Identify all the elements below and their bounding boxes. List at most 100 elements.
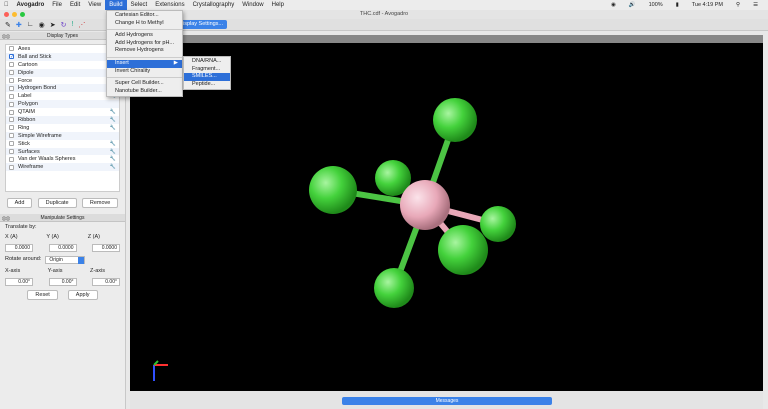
display-type-row[interactable]: Force <box>6 77 119 85</box>
menu-view[interactable]: View <box>84 0 105 10</box>
zoom-button[interactable] <box>20 12 25 17</box>
navigate-tool-icon[interactable]: ✚ <box>16 21 22 29</box>
checkbox[interactable] <box>9 93 14 99</box>
chlorine-atom[interactable] <box>480 206 516 242</box>
battery-icon[interactable]: ▮ <box>672 0 683 10</box>
add-button[interactable]: Add <box>6 198 33 208</box>
menu-window[interactable]: Window <box>238 0 267 10</box>
display-type-row[interactable]: Ring 🔧 <box>6 124 119 132</box>
checkbox[interactable] <box>9 101 14 107</box>
checkbox[interactable] <box>9 141 14 147</box>
volume-icon[interactable]: 🔊 <box>625 0 640 10</box>
minimize-button[interactable] <box>12 12 17 17</box>
menu-item-invert-chirality[interactable]: Invert Chirality <box>107 68 182 76</box>
apple-icon[interactable]:  <box>0 0 13 10</box>
menu-item-nanotube-builder[interactable]: Nanotube Builder... <box>107 88 182 96</box>
molecule-render[interactable] <box>130 43 763 391</box>
y-translate-input[interactable]: 0.0000 <box>48 244 77 252</box>
rotate-around-select[interactable]: Origin <box>45 256 86 264</box>
wrench-icon[interactable]: 🔧 <box>110 117 116 123</box>
menu-help[interactable]: Help <box>268 0 288 10</box>
checkbox[interactable] <box>9 164 14 170</box>
apply-button[interactable]: Apply <box>67 290 98 300</box>
wrench-icon[interactable]: 🔧 <box>110 109 116 115</box>
menu-file[interactable]: File <box>48 0 66 10</box>
checkbox[interactable] <box>9 85 14 91</box>
duplicate-button[interactable]: Duplicate <box>37 198 77 208</box>
display-type-row[interactable]: Label🔧 <box>6 92 119 100</box>
y-axis-input[interactable]: 0.00° <box>48 278 77 286</box>
z-axis-input[interactable]: 0.00° <box>92 278 120 286</box>
checkbox[interactable] <box>9 109 14 115</box>
wrench-icon[interactable]: 🔧 <box>110 156 116 162</box>
reset-button[interactable]: Reset <box>27 290 58 300</box>
search-icon[interactable]: ⚲ <box>732 0 744 10</box>
messages-button[interactable]: Messages <box>342 397 552 405</box>
menu-extensions[interactable]: Extensions <box>151 0 188 10</box>
checkbox[interactable]: ✓ <box>9 54 14 60</box>
chlorine-atom[interactable] <box>433 98 477 142</box>
autorotate-icon[interactable]: ↻ <box>61 21 67 29</box>
display-type-row[interactable]: QTAIM 🔧 <box>6 108 119 116</box>
chlorine-atom[interactable] <box>309 166 357 214</box>
menu-select[interactable]: Select <box>127 0 152 10</box>
wrench-icon[interactable]: 🔧 <box>110 141 116 147</box>
bond-centric-icon[interactable]: ∟ <box>27 21 34 28</box>
wrench-icon[interactable]: 🔧 <box>110 125 116 131</box>
list-icon[interactable]: ☰ <box>749 0 762 10</box>
display-type-row[interactable]: Surfaces 🔧 <box>6 147 119 156</box>
menu-item-change-h-to-methyl[interactable]: Change H to Methyl <box>107 20 182 28</box>
display-type-row[interactable]: Wireframe 🔧 <box>6 163 119 172</box>
x-translate-input[interactable]: 0.0000 <box>5 244 33 252</box>
checkbox[interactable] <box>9 125 14 131</box>
display-type-row[interactable]: Simple Wireframe <box>6 131 119 140</box>
display-type-row[interactable]: Cartoon🔧 <box>6 61 119 69</box>
measure-icon[interactable]: ! <box>71 21 73 28</box>
display-type-row[interactable]: Dipole <box>6 68 119 77</box>
central-atom[interactable] <box>400 180 450 230</box>
draw-tool-icon[interactable]: ✎ <box>5 21 11 29</box>
display-type-row[interactable]: Stick 🔧 <box>6 140 119 148</box>
checkbox[interactable] <box>9 156 14 162</box>
menu-item-fragment[interactable]: Fragment... <box>184 66 230 74</box>
menu-crystallography[interactable]: Crystallography <box>189 0 239 10</box>
checkbox[interactable] <box>9 62 14 68</box>
z-translate-input[interactable]: 0.0000 <box>92 244 120 252</box>
menu-edit[interactable]: Edit <box>66 0 84 10</box>
menu-item-smiles[interactable]: SMILES... <box>184 73 230 81</box>
display-type-row[interactable]: ✓Ball and Stick🔧 <box>6 52 119 61</box>
align-icon[interactable]: ⋰ <box>78 21 85 29</box>
menu-item-add-hydrogens-ph[interactable]: Add Hydrogens for pH... <box>107 40 182 48</box>
menu-item-cartesian-editor[interactable]: Cartesian Editor... <box>107 12 182 20</box>
menu-avogadro[interactable]: Avogadro <box>13 0 49 10</box>
checkbox[interactable] <box>9 78 14 83</box>
wifi-icon[interactable]: ◉ <box>607 0 620 10</box>
remove-button[interactable]: Remove <box>81 198 119 208</box>
display-type-row[interactable]: Van der Waals Spheres 🔧 <box>6 155 119 163</box>
menu-item-remove-hydrogens[interactable]: Remove Hydrogens <box>107 47 182 55</box>
checkbox[interactable] <box>9 133 14 139</box>
menu-build[interactable]: Build <box>105 0 127 10</box>
x-axis-input[interactable]: 0.00° <box>5 278 33 286</box>
menu-item-insert[interactable]: Insert ▶ <box>107 59 182 68</box>
checkbox[interactable] <box>9 117 14 123</box>
manipulate-tool-icon[interactable]: ◉ <box>39 21 45 29</box>
menu-item-peptide[interactable]: Peptide... <box>184 81 230 89</box>
chlorine-atom[interactable] <box>438 225 488 275</box>
wrench-icon[interactable]: 🔧 <box>110 149 116 155</box>
wrench-icon[interactable]: 🔧 <box>110 164 116 170</box>
display-type-row[interactable]: Hydrogen Bond🔧 <box>6 84 119 93</box>
display-type-row[interactable]: Ribbon 🔧 <box>6 116 119 124</box>
display-type-row[interactable]: Axes <box>6 45 119 53</box>
display-type-row[interactable]: Polygon <box>6 100 119 109</box>
menu-item-add-hydrogens[interactable]: Add Hydrogens <box>107 32 182 40</box>
menu-item-super-cell-builder[interactable]: Super Cell Builder... <box>107 80 182 88</box>
select-tool-icon[interactable]: ➤ <box>50 21 56 29</box>
panel-controls-icon[interactable]: ⦻⦻ <box>2 33 10 41</box>
chlorine-atom[interactable] <box>374 268 414 308</box>
close-button[interactable] <box>4 12 9 17</box>
display-types-list[interactable]: Axes✓Ball and Stick🔧Cartoon🔧DipoleForceH… <box>5 44 120 192</box>
panel-controls-icon[interactable]: ⦻⦻ <box>2 215 10 223</box>
clock[interactable]: Tue 4:19 PM <box>688 0 727 10</box>
checkbox[interactable] <box>9 46 14 52</box>
